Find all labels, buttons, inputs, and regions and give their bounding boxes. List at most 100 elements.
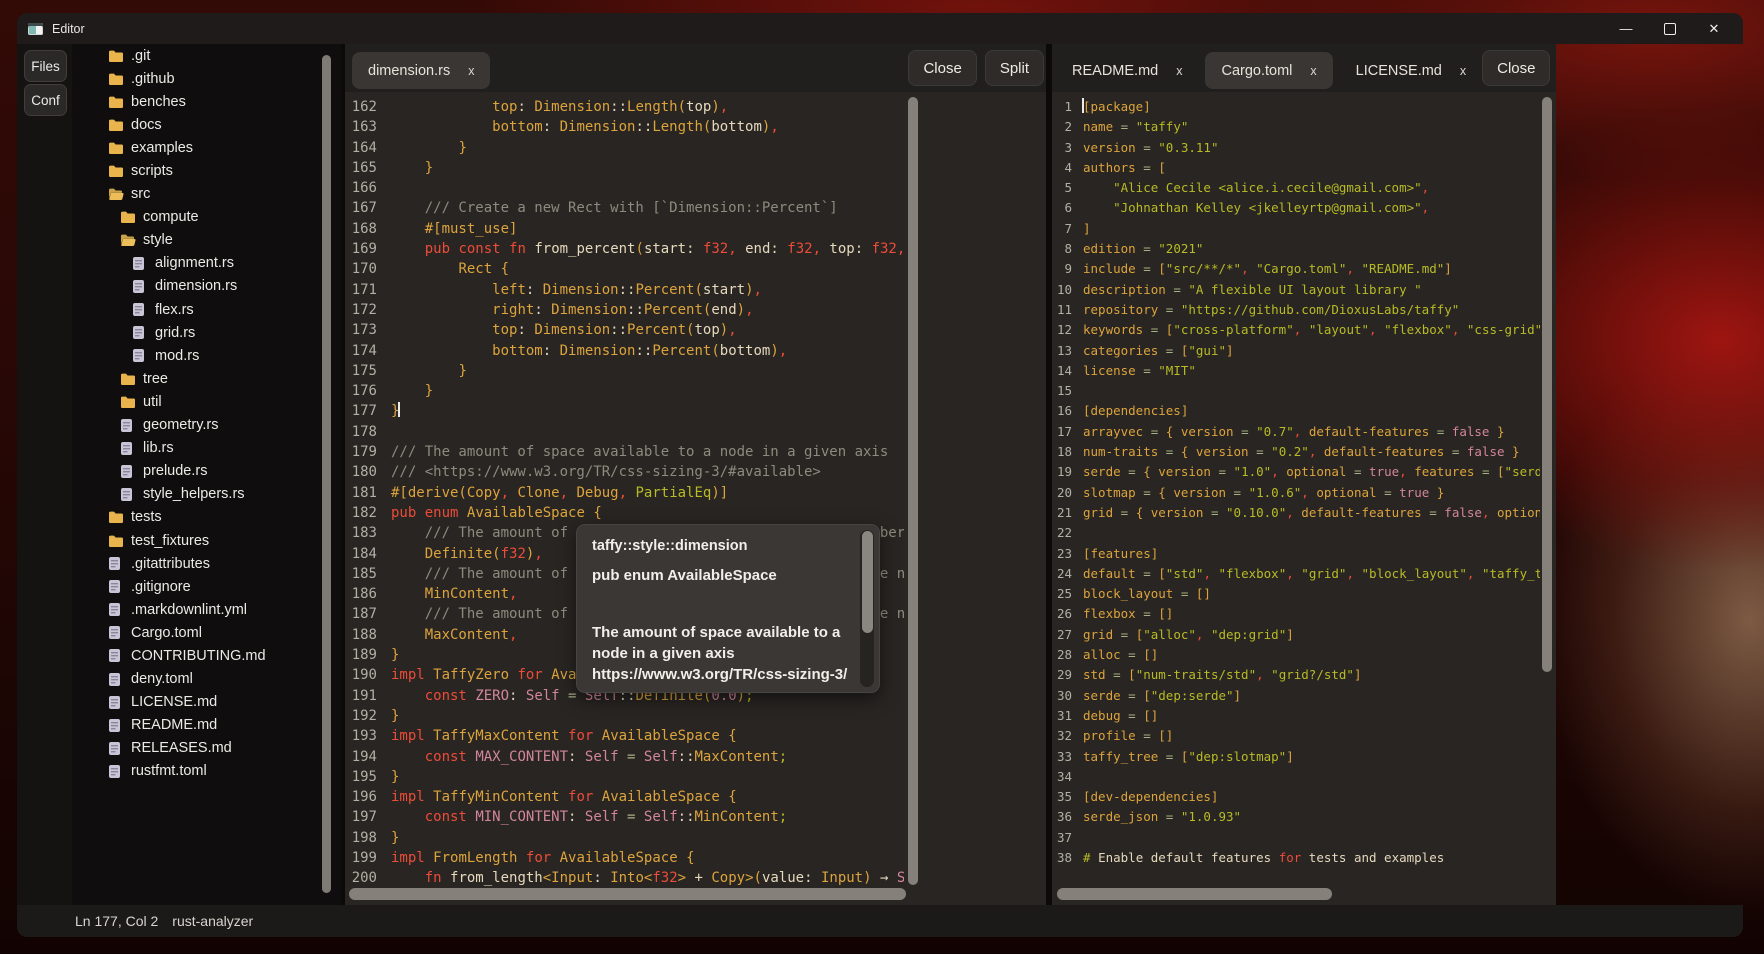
code-line bbox=[1083, 767, 1540, 787]
code-line: top: Dimension::Length(top), bbox=[391, 97, 904, 117]
left-line-numbers: 1621631641651661671681691701711721731741… bbox=[345, 97, 377, 889]
code-line bbox=[1083, 381, 1540, 401]
left-code-viewport[interactable]: 1621631641651661671681691701711721731741… bbox=[345, 97, 904, 891]
tree-item--github[interactable]: .github bbox=[72, 67, 341, 90]
right-vertical-scrollbar[interactable] bbox=[1542, 97, 1552, 672]
tree-item-src[interactable]: src bbox=[72, 183, 341, 206]
tree-item-test-fixtures[interactable]: test_fixtures bbox=[72, 529, 341, 552]
close-button[interactable]: ✕ bbox=[1699, 17, 1729, 41]
left-split-button[interactable]: Split bbox=[985, 50, 1044, 86]
code-line: impl TaffyMaxContent for AvailableSpace … bbox=[391, 726, 904, 746]
tree-item--git[interactable]: .git bbox=[72, 44, 341, 67]
left-close-button[interactable]: Close bbox=[908, 50, 976, 86]
tab-readme-md[interactable]: README.mdx bbox=[1056, 52, 1198, 89]
tree-item-examples[interactable]: examples bbox=[72, 136, 341, 159]
tree-item-mod-rs[interactable]: mod.rs bbox=[72, 344, 341, 367]
tree-item-grid-rs[interactable]: grid.rs bbox=[72, 321, 341, 344]
tree-item-prelude-rs[interactable]: prelude.rs bbox=[72, 460, 341, 483]
code-line: } bbox=[391, 361, 904, 381]
left-pane-actions: Close Split bbox=[908, 50, 1044, 86]
tree-item-flex-rs[interactable]: flex.rs bbox=[72, 298, 341, 321]
tree-item-benches[interactable]: benches bbox=[72, 90, 341, 113]
tree-item-label: examples bbox=[131, 140, 193, 156]
tree-item-alignment-rs[interactable]: alignment.rs bbox=[72, 252, 341, 275]
left-code-lines: top: Dimension::Length(top), bottom: Dim… bbox=[391, 97, 904, 889]
tree-item-scripts[interactable]: scripts bbox=[72, 159, 341, 182]
tree-item-label: scripts bbox=[131, 163, 173, 179]
file-icon bbox=[108, 579, 124, 594]
folder-icon bbox=[108, 164, 124, 179]
tooltip-scrollbar-thumb[interactable] bbox=[862, 531, 873, 633]
tree-item-readme-md[interactable]: README.md bbox=[72, 714, 341, 737]
file-icon bbox=[108, 602, 124, 617]
editor-pane-left: dimension.rs x Close Split 1621631641651… bbox=[345, 44, 1046, 905]
files-button[interactable]: Files bbox=[24, 50, 67, 82]
code-line: /// The amount of space available to a n… bbox=[391, 442, 904, 462]
code-line: default = ["std", "flexbox", "grid", "bl… bbox=[1083, 564, 1540, 584]
tree-item-releases-md[interactable]: RELEASES.md bbox=[72, 737, 341, 760]
file-tree-scrollbar[interactable] bbox=[322, 55, 331, 893]
right-horizontal-scrollbar[interactable] bbox=[1057, 888, 1332, 900]
tree-item-geometry-rs[interactable]: geometry.rs bbox=[72, 414, 341, 437]
code-line: arrayvec = { version = "0.7", default-fe… bbox=[1083, 422, 1540, 442]
code-line: "Alice Cecile <alice.i.cecile@gmail.com>… bbox=[1083, 178, 1540, 198]
tree-item-cargo-toml[interactable]: Cargo.toml bbox=[72, 621, 341, 644]
tree-item-label: style_helpers.rs bbox=[143, 486, 245, 502]
tab-close-icon[interactable]: x bbox=[1310, 64, 1316, 78]
tree-item-tests[interactable]: tests bbox=[72, 506, 341, 529]
tree-item-rustfmt-toml[interactable]: rustfmt.toml bbox=[72, 760, 341, 783]
code-line: pub const fn from_percent(start: f32, en… bbox=[391, 239, 904, 259]
tree-item-label: .github bbox=[131, 71, 175, 87]
file-icon bbox=[120, 487, 136, 502]
file-icon bbox=[120, 418, 136, 433]
tree-item-style-helpers-rs[interactable]: style_helpers.rs bbox=[72, 483, 341, 506]
file-tree: .git .github benchesdocs examples scripts src… bbox=[72, 44, 341, 905]
tooltip-scrollbar[interactable] bbox=[860, 530, 874, 687]
tab-label: LICENSE.md bbox=[1356, 63, 1442, 79]
tab-close-icon[interactable]: x bbox=[468, 64, 474, 78]
left-horizontal-scrollbar[interactable] bbox=[349, 888, 906, 900]
tree-item-label: src bbox=[131, 186, 150, 202]
tree-item-util[interactable]: util bbox=[72, 390, 341, 413]
code-line: right: Dimension::Percent(end), bbox=[391, 300, 904, 320]
file-icon bbox=[132, 256, 148, 271]
file-icon bbox=[108, 764, 124, 779]
conf-button[interactable]: Conf bbox=[24, 84, 67, 116]
tree-item-docs[interactable]: docs bbox=[72, 113, 341, 136]
tab-license-md[interactable]: LICENSE.md x bbox=[1340, 52, 1482, 89]
tree-item-dimension-rs[interactable]: dimension.rs bbox=[72, 275, 341, 298]
code-line: repository = "https://github.com/DioxusL… bbox=[1083, 300, 1540, 320]
tab-close-icon[interactable]: x bbox=[1176, 64, 1182, 78]
file-icon bbox=[108, 625, 124, 640]
minimize-button[interactable]: — bbox=[1611, 17, 1641, 41]
left-vertical-scrollbar[interactable] bbox=[908, 97, 918, 885]
tree-item-contributing-md[interactable]: CONTRIBUTING.md bbox=[72, 644, 341, 667]
code-line: #[derive(Copy, Clone, Debug, PartialEq)] bbox=[391, 483, 904, 503]
tree-item-label: grid.rs bbox=[155, 325, 195, 341]
code-line: } bbox=[391, 381, 904, 401]
tab-cargo-toml[interactable]: Cargo.tomlx bbox=[1205, 52, 1332, 89]
tab-close-icon[interactable]: x bbox=[1460, 64, 1466, 78]
tooltip-doc-link[interactable]: https://www.w3.org/TR/css-sizing-3/ bbox=[592, 664, 850, 685]
tree-item-compute[interactable]: compute bbox=[72, 206, 341, 229]
status-bar: Ln 177, Col 2 rust-analyzer bbox=[17, 905, 1743, 937]
tree-item-label: deny.toml bbox=[131, 671, 193, 687]
maximize-button[interactable] bbox=[1655, 17, 1685, 41]
cursor-position: Ln 177, Col 2 bbox=[75, 913, 158, 929]
editor-pane-right: README.mdxCargo.tomlxLICENSE.mdx Close S… bbox=[1052, 44, 1556, 905]
tree-item--gitattributes[interactable]: .gitattributes bbox=[72, 552, 341, 575]
tree-item-lib-rs[interactable]: lib.rs bbox=[72, 437, 341, 460]
folder-icon bbox=[120, 210, 136, 225]
tree-item-style[interactable]: style bbox=[72, 229, 341, 252]
tab-dimension-rs[interactable]: dimension.rs x bbox=[352, 52, 490, 89]
tree-item--gitignore[interactable]: .gitignore bbox=[72, 575, 341, 598]
folder-icon bbox=[120, 394, 136, 409]
tree-item-tree[interactable]: tree bbox=[72, 367, 341, 390]
code-line: /// Create a new Rect with [`Dimension::… bbox=[391, 198, 904, 218]
right-code-viewport[interactable]: 1234567891011121314151617181920212223242… bbox=[1052, 97, 1540, 891]
code-line: [dependencies] bbox=[1083, 401, 1540, 421]
right-close-button[interactable]: Close bbox=[1482, 50, 1550, 86]
tree-item-deny-toml[interactable]: deny.toml bbox=[72, 668, 341, 691]
tree-item-license-md[interactable]: LICENSE.md bbox=[72, 691, 341, 714]
tree-item--markdownlint-yml[interactable]: .markdownlint.yml bbox=[72, 598, 341, 621]
